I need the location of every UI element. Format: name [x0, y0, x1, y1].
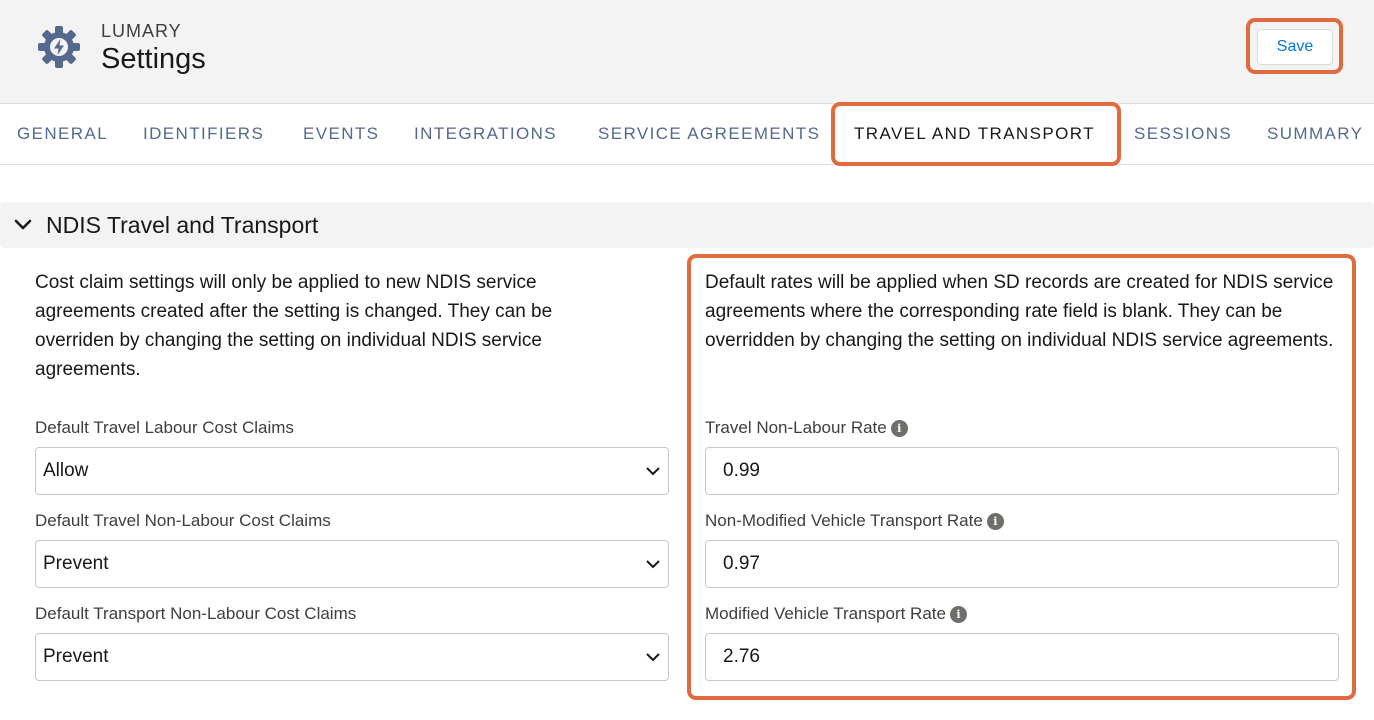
tab-identifiers[interactable]: IDENTIFIERS — [143, 104, 264, 164]
chevron-down-icon — [646, 653, 660, 662]
travel-non-labour-cost-claims-select[interactable]: Prevent — [35, 540, 669, 588]
chevron-down-icon — [646, 560, 660, 569]
tab-travel-and-transport[interactable]: TRAVEL AND TRANSPORT — [854, 104, 1095, 164]
travel-non-labour-rate-input[interactable] — [705, 447, 1339, 495]
non-modified-vehicle-transport-rate-input[interactable] — [705, 540, 1339, 588]
travel-labour-cost-claims-select[interactable]: Allow — [35, 447, 669, 495]
select-value: Allow — [43, 460, 89, 481]
transport-non-labour-cost-claims-label: Default Transport Non-Labour Cost Claims — [35, 604, 357, 623]
tab-general[interactable]: GENERAL — [17, 104, 108, 164]
section-title: NDIS Travel and Transport — [46, 212, 319, 238]
tab-integrations[interactable]: INTEGRATIONS — [414, 104, 557, 164]
page-header: LUMARY Settings Save — [0, 0, 1374, 104]
tab-summary[interactable]: SUMMARY — [1267, 104, 1363, 164]
travel-labour-cost-claims-label: Default Travel Labour Cost Claims — [35, 418, 294, 437]
app-name: LUMARY — [101, 21, 182, 41]
non-modified-vehicle-transport-rate-label-text: Non-Modified Vehicle Transport Rate — [705, 511, 983, 530]
transport-non-labour-cost-claims-select[interactable]: Prevent — [35, 633, 669, 681]
info-icon[interactable]: i — [890, 420, 908, 438]
select-value: Prevent — [43, 553, 109, 574]
info-icon[interactable]: i — [986, 513, 1004, 531]
modified-vehicle-transport-rate-label: Modified Vehicle Transport Rate i — [705, 604, 967, 624]
default-rates-description: Default rates will be applied when SD re… — [705, 272, 1334, 351]
gear-bolt-icon — [38, 26, 80, 68]
non-modified-vehicle-transport-rate-label: Non-Modified Vehicle Transport Rate i — [705, 511, 1004, 531]
travel-non-labour-rate-label: Travel Non-Labour Rate i — [705, 418, 908, 438]
cost-claim-description: Cost claim settings will only be applied… — [35, 272, 553, 380]
settings-tabs: GENERAL IDENTIFIERS EVENTS INTEGRATIONS … — [0, 104, 1374, 165]
info-icon[interactable]: i — [949, 606, 967, 624]
modified-vehicle-transport-rate-input[interactable] — [705, 633, 1339, 681]
travel-non-labour-rate-label-text: Travel Non-Labour Rate — [705, 418, 887, 437]
select-value: Prevent — [43, 646, 109, 667]
tab-sessions[interactable]: SESSIONS — [1134, 104, 1232, 164]
save-button[interactable]: Save — [1257, 29, 1333, 65]
section-header-ndis-travel[interactable]: NDIS Travel and Transport — [0, 202, 1374, 248]
chevron-down-icon[interactable] — [14, 217, 32, 233]
tab-events[interactable]: EVENTS — [303, 104, 379, 164]
page-title: Settings — [101, 43, 206, 75]
chevron-down-icon — [646, 467, 660, 476]
modified-vehicle-transport-rate-label-text: Modified Vehicle Transport Rate — [705, 604, 946, 623]
travel-non-labour-cost-claims-label: Default Travel Non-Labour Cost Claims — [35, 511, 331, 530]
tab-service-agreements[interactable]: SERVICE AGREEMENTS — [598, 104, 820, 164]
